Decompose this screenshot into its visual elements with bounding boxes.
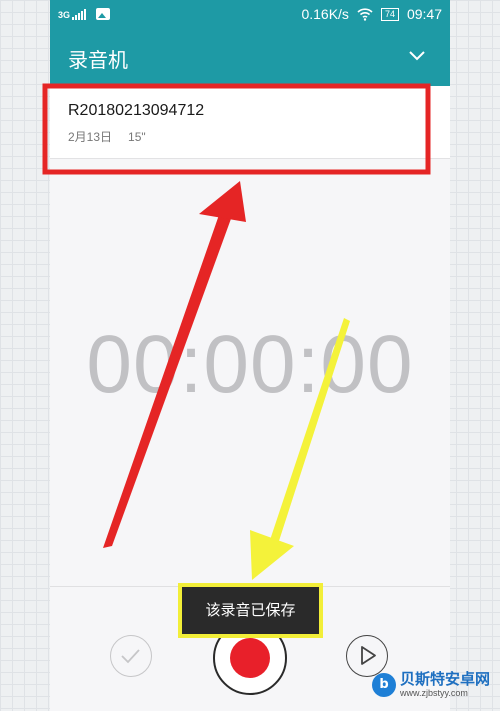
image-icon — [96, 8, 111, 20]
watermark-title: 贝斯特安卓网 — [400, 670, 491, 688]
recording-timer: 00:00:00 — [86, 319, 414, 410]
watermark-logo-icon: b — [372, 673, 396, 697]
network-type: 3G — [58, 10, 71, 20]
watermark: b 贝斯特安卓网 www.zjbstyy.com — [372, 671, 490, 699]
battery-icon: 74 — [380, 7, 399, 21]
network-speed: 0.16K/s — [301, 6, 349, 22]
recording-date: 2月13日 — [68, 130, 113, 144]
recording-list-item[interactable]: R20180213094712 2月13日 15" — [50, 86, 450, 159]
play-icon — [361, 646, 376, 665]
watermark-text: 贝斯特安卓网 www.zjbstyy.com — [400, 671, 490, 699]
watermark-url: www.zjbstyy.com — [400, 688, 468, 698]
wifi-icon — [357, 8, 373, 21]
confirm-button[interactable] — [110, 635, 152, 677]
chevron-down-icon[interactable] — [408, 50, 426, 62]
check-icon — [121, 649, 140, 664]
recording-name: R20180213094712 — [68, 102, 205, 119]
recording-duration: 15" — [128, 130, 146, 144]
recording-meta: 2月13日 15" — [68, 128, 146, 145]
status-right: 0.16K/s 74 09:47 — [301, 6, 442, 22]
status-left: 3G — [58, 8, 111, 20]
app-title: 录音机 — [68, 48, 128, 72]
clock: 09:47 — [406, 6, 442, 22]
record-icon — [230, 638, 270, 678]
status-bar: 3G 0.16K/s 74 09:47 — [50, 0, 450, 30]
app-bar: 录音机 — [50, 30, 450, 86]
signal-icon — [72, 9, 87, 20]
toast-message: 该录音已保存 — [178, 583, 323, 638]
